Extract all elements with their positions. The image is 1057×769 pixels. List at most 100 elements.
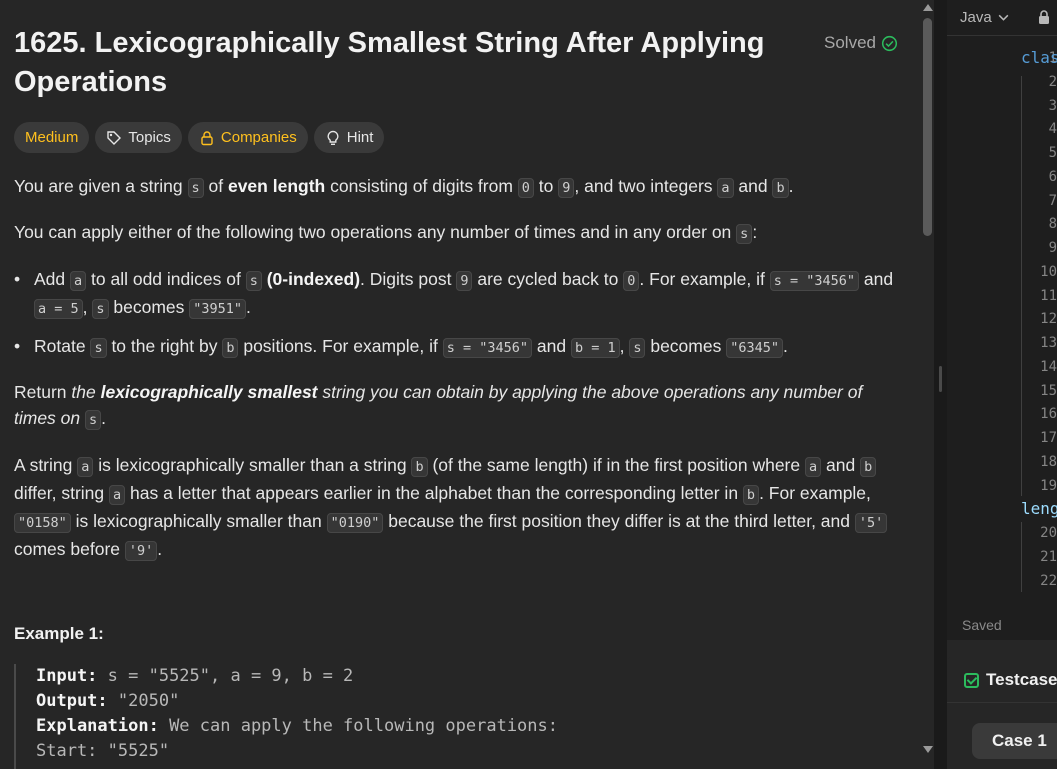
- text: and: [859, 269, 894, 289]
- line-number: 10: [1040, 264, 1057, 280]
- text: is lexicographically smaller than: [70, 511, 327, 531]
- inline-code: b: [772, 178, 789, 198]
- example-explanation-line: Explanation: We can apply the following …: [36, 714, 894, 739]
- example-heading: Example 1:: [14, 624, 104, 643]
- panel-resize-divider[interactable]: [934, 0, 947, 769]
- inline-code: "0190": [326, 513, 384, 533]
- text: .: [782, 336, 788, 356]
- tab-testcase[interactable]: Testcase: [964, 670, 1057, 690]
- text: .: [788, 176, 794, 196]
- line-number: 2: [1048, 74, 1057, 90]
- inline-code: b: [411, 457, 428, 477]
- companies-button[interactable]: Companies: [187, 122, 308, 153]
- code-line[interactable]: clas: [1021, 48, 1057, 67]
- inline-code: "6345": [726, 338, 783, 358]
- description-scrollbar[interactable]: [920, 0, 934, 769]
- line-number: 9: [1048, 240, 1057, 256]
- difficulty-badge[interactable]: Medium: [14, 122, 90, 153]
- line-number: 5: [1048, 145, 1057, 161]
- solved-label: Solved: [824, 33, 876, 52]
- text: ,: [619, 336, 630, 356]
- lock-icon[interactable]: [1037, 9, 1051, 25]
- text: differ, string: [14, 483, 110, 503]
- editor-toolbar: Java: [947, 0, 1057, 36]
- inline-code: 0: [623, 271, 640, 291]
- hint-label: Hint: [346, 129, 374, 146]
- inline-code: b: [222, 338, 239, 358]
- example-output-line: Output: "2050": [36, 689, 894, 714]
- description-paragraph: You are given a string s of even length …: [14, 173, 904, 201]
- line-number: 15: [1040, 383, 1057, 399]
- text: and: [532, 336, 571, 356]
- inline-code: s: [187, 178, 204, 198]
- drag-handle[interactable]: [939, 366, 942, 392]
- inline-code: s: [90, 338, 107, 358]
- line-number: 3: [1048, 98, 1057, 114]
- text: are cycled back to: [472, 269, 624, 289]
- inline-code: s = "3456": [769, 271, 860, 291]
- text: You can apply either of the following tw…: [14, 222, 737, 242]
- text: (of the same length) if in the first pos…: [427, 455, 805, 475]
- lightbulb-icon: [327, 130, 339, 145]
- line-number: 21: [1040, 549, 1057, 565]
- inline-code: a: [77, 457, 94, 477]
- inline-code: a: [70, 271, 87, 291]
- line-number: 11: [1040, 288, 1057, 304]
- text: .: [246, 297, 251, 317]
- text: of: [203, 176, 228, 196]
- list-item: • Rotate s to the right by b positions. …: [14, 333, 904, 359]
- text: positions. For example, if: [238, 336, 443, 356]
- testcase-tab-label: Testcase: [986, 670, 1057, 689]
- code-line[interactable]: leng: [1021, 499, 1057, 518]
- inline-code: 0: [517, 178, 534, 198]
- language-selector[interactable]: Java: [960, 9, 1010, 26]
- text: is lexicographically smaller than a stri…: [93, 455, 412, 475]
- inline-code: b = 1: [570, 338, 620, 358]
- input-value: s = "5525", a = 9, b = 2: [97, 666, 354, 686]
- text: . For example, if: [639, 269, 770, 289]
- description-paragraph: Return the lexicographically smallest st…: [14, 379, 904, 433]
- list-item: • Add a to all odd indices of s (0-index…: [14, 266, 904, 319]
- difficulty-label: Medium: [25, 129, 79, 146]
- line-number: 13: [1040, 335, 1057, 351]
- problem-description-panel: 1625. Lexicographically Smallest String …: [0, 0, 920, 769]
- tag-icon: [107, 130, 122, 145]
- divider: [947, 702, 1057, 703]
- list-item-text: Rotate s to the right by b positions. Fo…: [34, 333, 904, 361]
- example-input-line: Input: s = "5525", a = 9, b = 2: [36, 664, 894, 689]
- bold-text: (0-indexed): [261, 269, 361, 289]
- line-number: 6: [1048, 169, 1057, 185]
- inline-code: '9': [124, 541, 158, 561]
- case-1-button[interactable]: Case 1: [972, 723, 1057, 759]
- line-number: 22: [1040, 573, 1057, 589]
- scroll-up-arrow-icon[interactable]: [923, 4, 933, 11]
- scrollbar-thumb[interactable]: [923, 18, 932, 236]
- language-label: Java: [960, 9, 992, 26]
- description-paragraph: A string a is lexicographically smaller …: [14, 452, 904, 564]
- text: and: [821, 455, 861, 475]
- explanation-label: Explanation:: [36, 716, 159, 736]
- line-number: 8: [1048, 216, 1057, 232]
- inline-code: b: [860, 457, 877, 477]
- explanation-value: We can apply the following operations:: [158, 716, 558, 736]
- text: to: [533, 176, 559, 196]
- output-label: Output:: [36, 691, 108, 711]
- text: You are given a string: [14, 176, 188, 196]
- input-label: Input:: [36, 666, 98, 686]
- topics-button[interactable]: Topics: [95, 122, 182, 153]
- text: . For example,: [759, 483, 871, 503]
- scroll-down-arrow-icon[interactable]: [923, 746, 933, 753]
- bullet-dot: •: [14, 269, 21, 289]
- line-number: 16: [1040, 406, 1057, 422]
- inline-code: a = 5: [34, 299, 83, 319]
- line-number: 4: [1048, 121, 1057, 137]
- example-start-line: Start: "5525": [36, 741, 170, 761]
- text: :: [752, 222, 758, 242]
- inline-code: s: [92, 299, 109, 319]
- line-number: 18: [1040, 454, 1057, 470]
- inline-code: s: [85, 410, 102, 430]
- hint-button[interactable]: Hint: [313, 122, 385, 153]
- text: . Digits post: [360, 269, 457, 289]
- chevron-down-icon: [998, 14, 1009, 21]
- case-label: Case 1: [992, 731, 1047, 750]
